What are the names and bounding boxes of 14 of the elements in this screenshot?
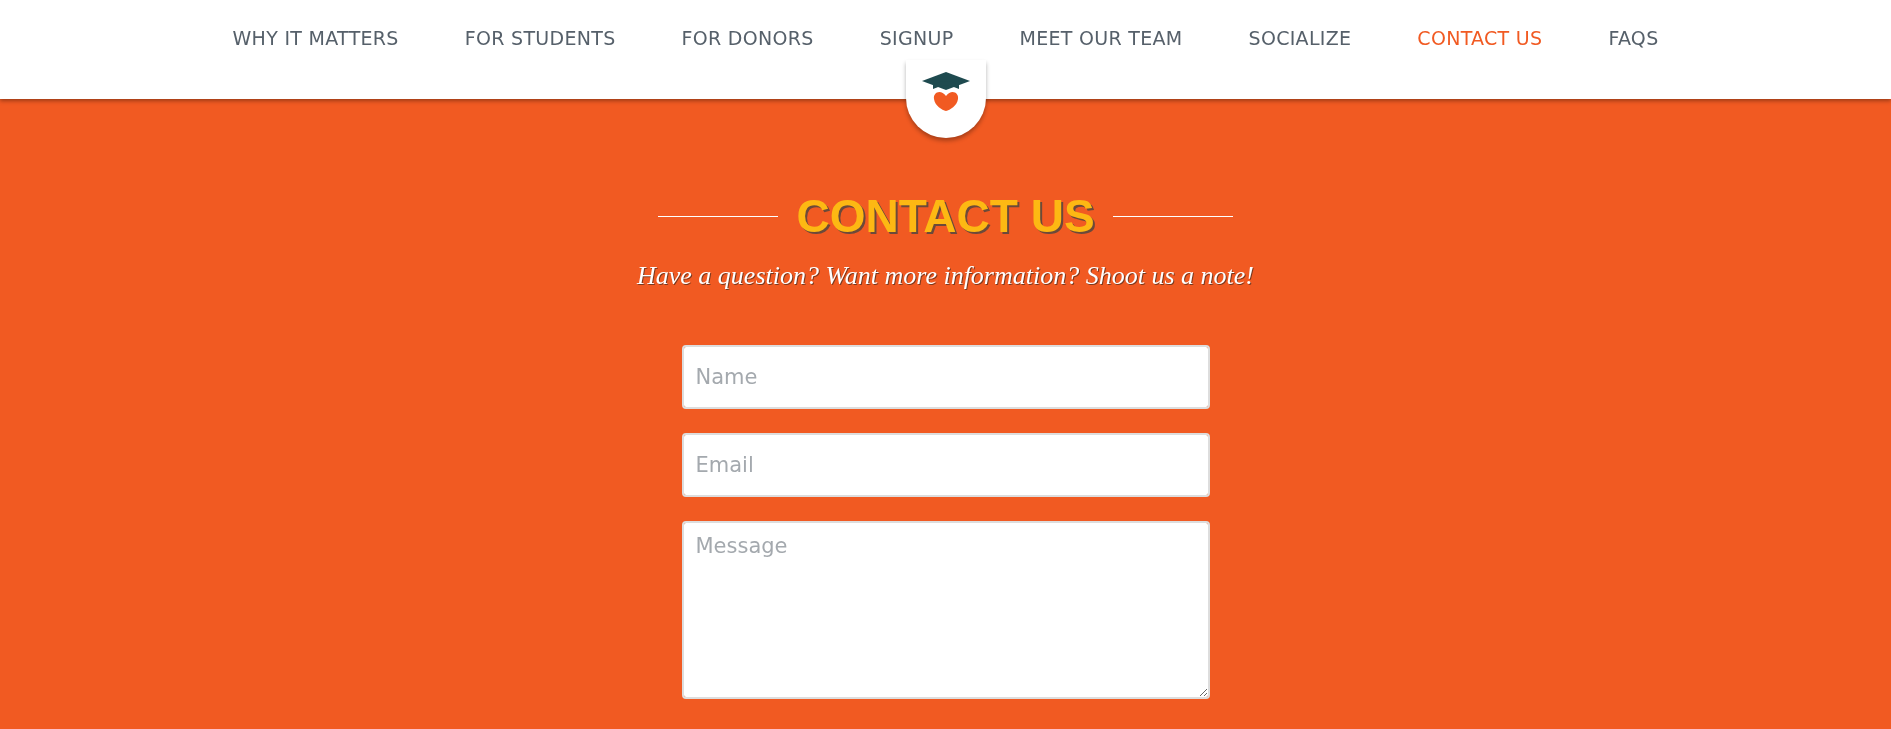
nav-link[interactable]: FOR DONORS: [681, 24, 814, 53]
input-field[interactable]: Name: [681, 345, 1210, 410]
nav-link[interactable]: FOR STUDENTS: [464, 24, 616, 53]
nav-link[interactable]: FAQS: [1608, 24, 1659, 53]
section-subtitle: Have a question? Want more information? Shoot us a note!: [635, 260, 1255, 293]
message-field[interactable]: Message: [681, 521, 1210, 700]
logo-icon: [921, 72, 970, 112]
nav-link[interactable]: SIGNUP: [879, 24, 954, 53]
nav-link[interactable]: WHY IT MATTERS: [232, 24, 399, 53]
input-field[interactable]: Email: [681, 433, 1210, 498]
nav-link[interactable]: MEET OUR TEAM: [1019, 24, 1183, 53]
nav-link[interactable]: CONTACT US: [1417, 24, 1543, 53]
nav-link[interactable]: SOCIALIZE: [1248, 24, 1352, 53]
section-title: CONTACT US: [796, 189, 1095, 244]
